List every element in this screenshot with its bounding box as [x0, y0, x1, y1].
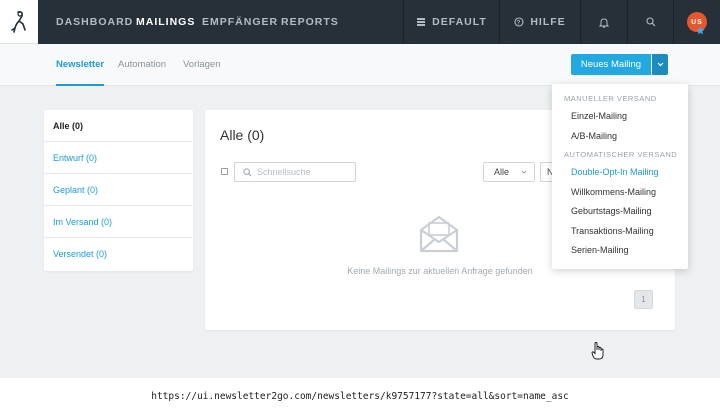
notifications-button[interactable] — [580, 0, 627, 44]
filter-alle[interactable]: Alle (0) — [44, 110, 193, 142]
nav-empfaenger[interactable]: EMPFÄNGER — [202, 0, 278, 44]
menu-item-ab-mailing[interactable]: A/B-Mailing — [552, 127, 688, 147]
filter-versendet[interactable]: Versendet (0) — [44, 238, 193, 270]
svg-text:?: ? — [517, 21, 522, 27]
help-label: HILFE — [530, 16, 566, 28]
avatar-initials: US — [691, 18, 703, 26]
search-icon — [243, 167, 252, 176]
search-input[interactable] — [257, 167, 347, 177]
filter-entwurf[interactable]: Entwurf (0) — [44, 142, 193, 174]
chevron-down-icon — [657, 62, 663, 67]
account-switcher[interactable]: DEFAULT — [403, 0, 499, 44]
menu-item-transaktions-mailing[interactable]: Transaktions-Mailing — [552, 222, 688, 242]
page-title: Alle (0) — [220, 127, 265, 143]
help-button[interactable]: ? HILFE — [499, 0, 580, 44]
nav-mailings[interactable]: MAILINGS — [136, 0, 195, 44]
top-navbar: DASHBOARD MAILINGS EMPFÄNGER REPORTS DEF… — [0, 0, 720, 44]
tab-automation[interactable]: Automation — [118, 44, 166, 86]
nav-reports[interactable]: REPORTS — [281, 0, 339, 44]
menu-item-geburtstags-mailing[interactable]: Geburtstags-Mailing — [552, 202, 688, 222]
type-filter-value: Alle — [494, 167, 510, 177]
url-bar: https://ui.newsletter2go.com/newsletters… — [0, 378, 720, 417]
search-icon — [645, 17, 655, 27]
menu-section-auto: AUTOMATISCHER VERSAND — [564, 150, 678, 159]
menu-section-manual: MANUELLER VERSAND — [564, 94, 657, 103]
avatar: US — [687, 12, 707, 35]
quick-search — [234, 162, 356, 182]
pagination-page-1[interactable]: 1 — [634, 290, 653, 309]
menu-item-double-opt-in[interactable]: Double-Opt-In Mailing — [552, 163, 688, 183]
select-all-checkbox[interactable] — [221, 168, 228, 175]
hand-cursor-icon — [591, 342, 604, 360]
menu-item-willkommens-mailing[interactable]: Willkommens-Mailing — [552, 183, 688, 203]
chevron-down-icon — [521, 170, 527, 174]
star-icon — [696, 26, 705, 35]
tab-newsletter[interactable]: Newsletter — [56, 44, 105, 86]
filter-im-versand[interactable]: Im Versand (0) — [44, 206, 193, 238]
nav-dashboard[interactable]: DASHBOARD — [56, 0, 133, 44]
envelope-icon — [419, 215, 459, 253]
type-filter-select[interactable]: Alle — [483, 162, 535, 182]
new-mailing-dropdown-toggle[interactable] — [652, 54, 668, 75]
menu-item-serien-mailing[interactable]: Serien-Mailing — [552, 241, 688, 261]
new-mailing-menu: MANUELLER VERSAND Einzel-Mailing A/B-Mai… — [552, 84, 688, 269]
layers-icon — [417, 18, 426, 26]
search-button[interactable] — [627, 0, 673, 44]
tab-vorlagen[interactable]: Vorlagen — [183, 44, 221, 86]
logo[interactable] — [0, 0, 38, 44]
new-mailing-button[interactable]: Neues Mailing — [571, 54, 651, 75]
bell-icon — [599, 17, 609, 28]
filter-geplant[interactable]: Geplant (0) — [44, 174, 193, 206]
help-icon: ? — [514, 17, 524, 27]
user-menu[interactable]: US — [673, 0, 720, 44]
page-url: https://ui.newsletter2go.com/newsletters… — [151, 391, 569, 402]
status-filter-list: Alle (0) Entwurf (0) Geplant (0) Im Vers… — [44, 110, 193, 271]
account-label: DEFAULT — [432, 16, 487, 28]
logo-icon — [11, 10, 26, 33]
menu-item-einzel-mailing[interactable]: Einzel-Mailing — [552, 107, 688, 127]
